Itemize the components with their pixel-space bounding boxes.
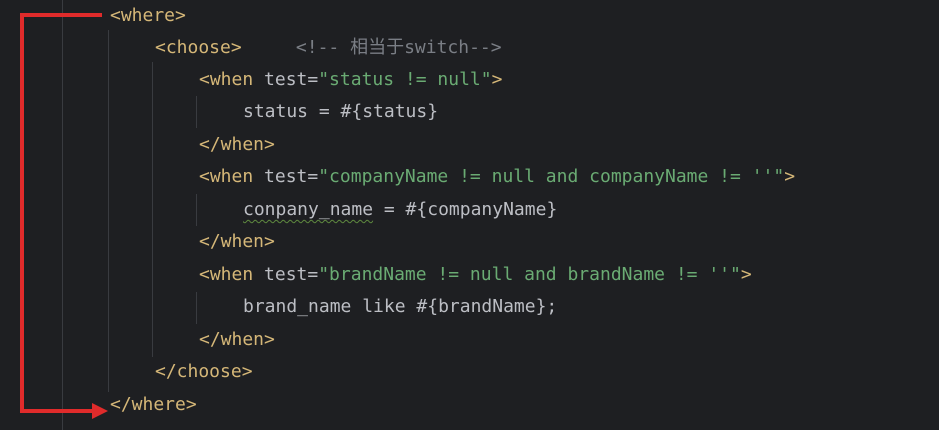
xml-tag: <choose> xyxy=(155,37,242,58)
xml-tag: </where> xyxy=(110,394,197,415)
code-editor[interactable]: <where> <choose> <!-- 相当于switch--> <when… xyxy=(0,0,939,430)
sql-text: status = #{status} xyxy=(243,101,439,122)
typo-warning-text[interactable]: conpany_name xyxy=(243,199,373,220)
code-line-when-company[interactable]: <when test="companyName != null and comp… xyxy=(0,161,795,193)
xml-tag-close: > xyxy=(740,264,752,285)
code-line-when-close[interactable]: </when> xyxy=(0,226,275,258)
code-line-choose-open[interactable]: <choose> <!-- 相当于switch--> xyxy=(0,32,502,64)
xml-tag: </when> xyxy=(199,231,275,252)
xml-attribute: test= xyxy=(253,166,319,187)
code-line-choose-close[interactable]: </choose> xyxy=(0,356,253,388)
xml-attribute: test= xyxy=(253,69,319,90)
code-line-brand-body[interactable]: brand_name like #{brandName}; xyxy=(0,291,557,323)
xml-tag: </when> xyxy=(199,329,275,350)
xml-tag: <when xyxy=(199,69,254,90)
code-line-company-body[interactable]: conpany_name = #{companyName} xyxy=(0,194,557,226)
xml-attribute: test= xyxy=(253,264,319,285)
code-line-where-close[interactable]: </where> xyxy=(0,389,197,421)
xml-comment: <!-- 相当于switch--> xyxy=(295,37,502,58)
xml-tag: </when> xyxy=(199,134,275,155)
xml-tag-close: > xyxy=(784,166,796,187)
code-line-status-body[interactable]: status = #{status} xyxy=(0,96,438,128)
sql-text: brand_name like #{brandName}; xyxy=(243,296,558,317)
xml-tag-close: > xyxy=(491,69,503,90)
sql-text: = #{companyName} xyxy=(373,199,558,220)
code-line-when-close[interactable]: </when> xyxy=(0,324,275,356)
xml-tag: <when xyxy=(199,264,254,285)
xml-attribute-value: "brandName != null and brandName != ''" xyxy=(318,264,741,285)
xml-tag: <where> xyxy=(110,5,186,26)
xml-tag: </choose> xyxy=(155,361,253,382)
xml-attribute-value: "status != null" xyxy=(318,69,492,90)
xml-tag: <when xyxy=(199,166,254,187)
code-line-when-brand[interactable]: <when test="brandName != null and brandN… xyxy=(0,259,752,291)
code-line-when-status[interactable]: <when test="status != null"> xyxy=(0,64,502,96)
xml-attribute-value: "companyName != null and companyName != … xyxy=(318,166,785,187)
code-line-when-close[interactable]: </when> xyxy=(0,129,275,161)
code-line-where-open[interactable]: <where> xyxy=(0,0,186,32)
